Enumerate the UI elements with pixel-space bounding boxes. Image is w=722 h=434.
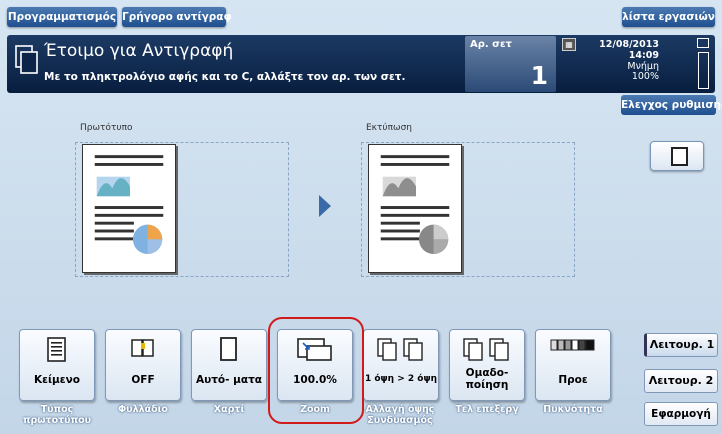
original-type-value: Κείμενο	[33, 374, 80, 386]
finishing-value: Ομαδο- ποίηση	[465, 367, 509, 391]
booklet-button[interactable]: OFF	[105, 329, 181, 401]
sets-label: Αρ. σετ	[470, 39, 512, 50]
time-text: 14:09	[628, 50, 659, 61]
label-paper: Χαρτί	[213, 404, 245, 415]
collate-icon	[463, 338, 509, 361]
copy-document-icon	[15, 45, 38, 74]
paper-value: Αυτό- ματα	[196, 374, 262, 386]
paper-button[interactable]: Αυτό- ματα	[191, 329, 267, 401]
text-document-icon	[47, 337, 66, 362]
booklet-value: OFF	[131, 374, 155, 386]
status-title: Έτοιμο για Αντιγραφή	[44, 41, 234, 61]
original-type-button[interactable]: Κείμενο	[19, 329, 95, 401]
sets-display[interactable]: Αρ. σετ 1	[465, 36, 556, 92]
label-original-type: Τύπος πρωτοτύπου	[22, 404, 92, 426]
label-finishing: Τελ επεξεργ	[455, 404, 519, 415]
check-settings-button[interactable]: Ελεγχος ρυθμισης	[621, 95, 722, 115]
tray-icon: ▦	[562, 38, 576, 51]
date-text: 12/08/2013	[599, 39, 659, 50]
tab-function-1[interactable]: Λειτουρ. 1	[644, 333, 718, 357]
original-label: Πρωτότυπο	[80, 123, 133, 133]
envelope-icon	[697, 38, 709, 48]
booklet-icon	[131, 339, 154, 357]
paper-icon	[220, 337, 237, 361]
duplex-button[interactable]: 1 όψη > 2 όψη	[363, 329, 439, 401]
job-list-button[interactable]: λίστα εργασιών	[622, 7, 715, 27]
tab-function-2[interactable]: Λειτουρ. 2	[644, 369, 718, 393]
density-icon	[550, 339, 595, 351]
density-button[interactable]: Προε	[535, 329, 611, 401]
apply-button[interactable]: Εφαρμογή	[644, 402, 718, 426]
memory-value: 100%	[631, 71, 659, 82]
output-page-preview	[368, 144, 462, 273]
page-icon	[671, 147, 688, 166]
density-value: Προε	[558, 374, 588, 386]
duplex-icon	[377, 338, 423, 361]
zoom-highlight-ring	[268, 317, 364, 424]
duplex-value: 1 όψη > 2 όψη	[364, 374, 438, 384]
tab-programs[interactable]: Προγραμματισμός	[7, 7, 117, 27]
tab-quick-copy[interactable]: Γρήγορο αντίγραφ	[122, 7, 232, 27]
sets-value: 1	[530, 61, 548, 90]
label-booklet: Φυλλάδιο	[118, 404, 168, 415]
output-label: Εκτύπωση	[366, 123, 412, 133]
label-density: Πυκνότητα	[543, 404, 603, 415]
status-panel: Έτοιμο για Αντιγραφή Με το πληκτρολόγιο …	[7, 35, 715, 93]
status-subtitle: Με το πληκτρολόγιο αφής και το C, αλλάξτ…	[44, 71, 406, 83]
label-duplex: Αλλαγή όψης Συνδυασμός	[365, 404, 435, 426]
arrow-right-icon	[319, 195, 331, 217]
memory-bar-icon	[698, 52, 709, 89]
finishing-button[interactable]: Ομαδο- ποίηση	[449, 329, 525, 401]
copy-screen: Προγραμματισμός Γρήγορο αντίγραφ λίστα ε…	[0, 0, 722, 434]
original-page-preview	[82, 144, 176, 273]
